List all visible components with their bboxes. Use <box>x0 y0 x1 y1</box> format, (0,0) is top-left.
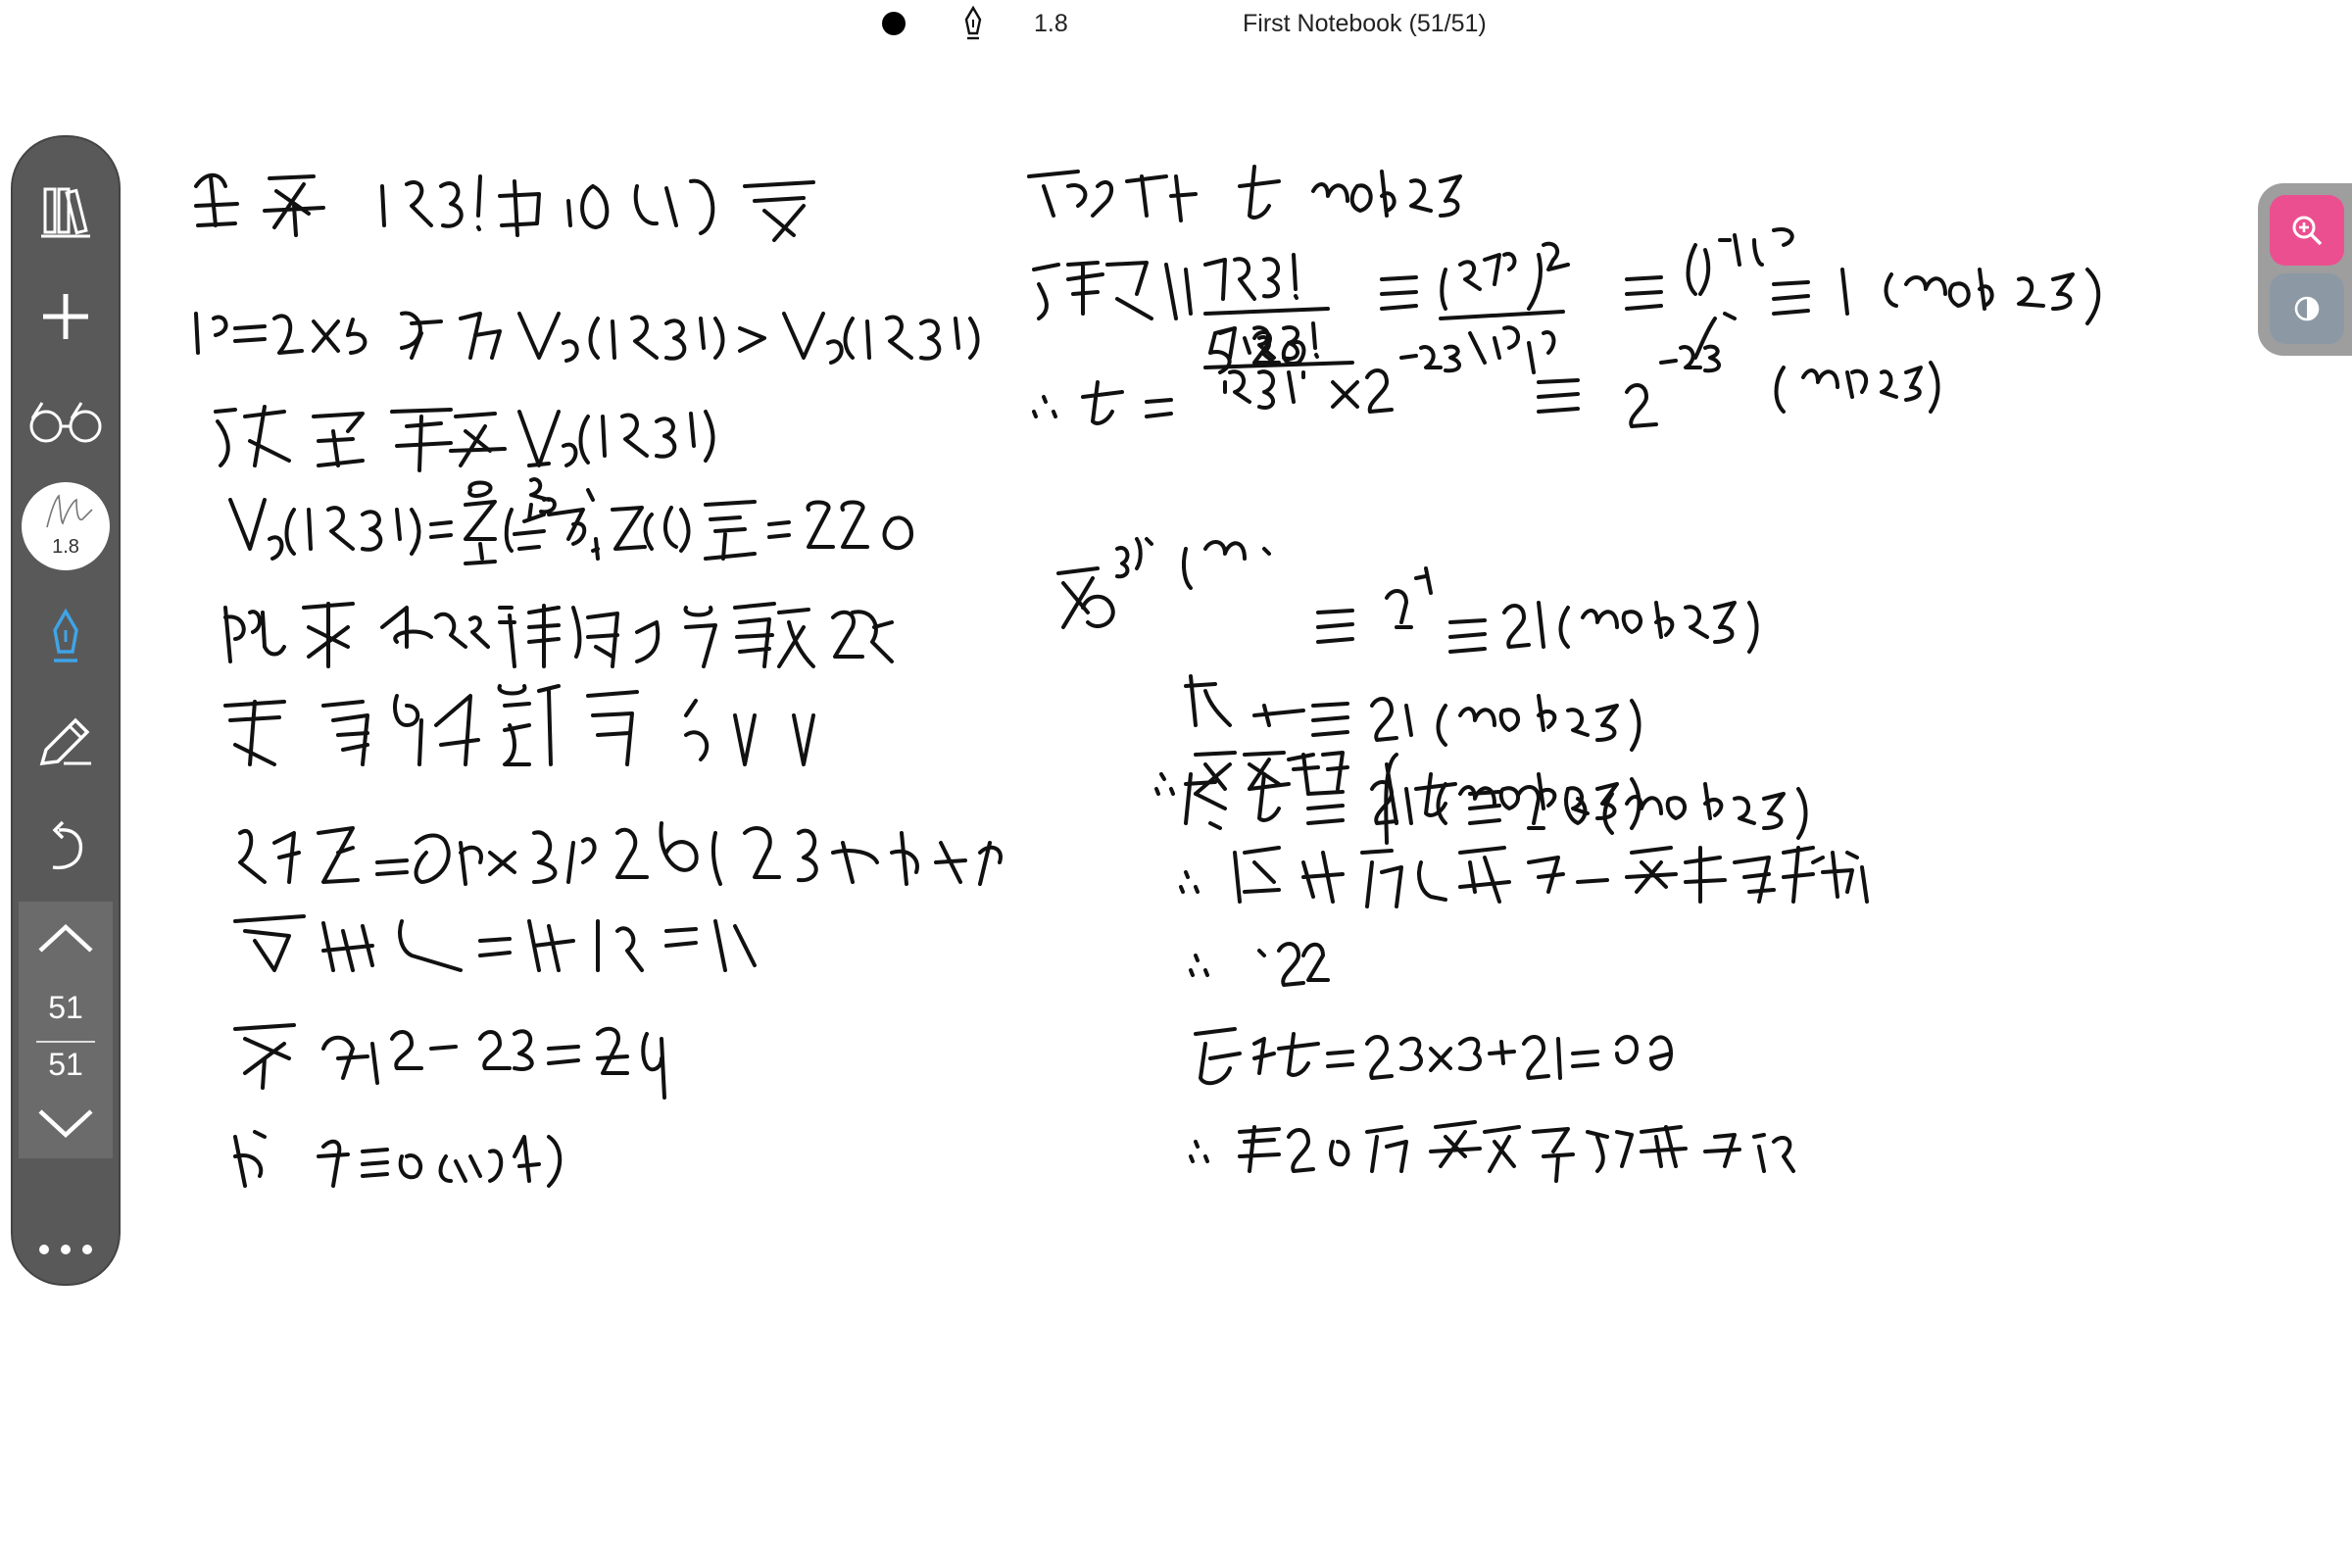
zoom-button[interactable] <box>2270 195 2344 266</box>
glasses-icon <box>29 402 102 443</box>
ellipsis-icon <box>39 1245 92 1254</box>
more-button[interactable] <box>13 1205 119 1294</box>
read-mode-button[interactable] <box>13 377 119 466</box>
undo-button[interactable] <box>13 804 119 892</box>
signature-preview-icon <box>46 494 93 528</box>
fountain-pen-tool[interactable] <box>13 593 119 681</box>
total-pages-number: 51 <box>48 1047 83 1082</box>
page-down-icon[interactable] <box>19 1094 113 1152</box>
pen-color-dot[interactable] <box>882 12 906 35</box>
left-toolbar: 1.8 51 51 <box>11 135 121 1286</box>
undo-icon <box>52 820 83 870</box>
zoom-in-icon <box>2292 216 2323 246</box>
contrast-icon <box>2294 296 2320 321</box>
pen-preview-button[interactable]: 1.8 <box>22 482 110 570</box>
page-divider <box>36 1041 95 1043</box>
pen-size-label: 1.8 <box>1034 10 1068 37</box>
library-icon <box>41 187 90 238</box>
library-button[interactable] <box>13 167 119 255</box>
pencil-icon <box>39 717 91 766</box>
right-floating-toolbar <box>2258 183 2352 356</box>
contrast-button[interactable] <box>2270 273 2344 344</box>
add-page-button[interactable] <box>13 272 119 361</box>
page-up-icon[interactable] <box>19 911 113 970</box>
fountain-pen-icon <box>53 609 78 662</box>
pen-preview-size: 1.8 <box>52 536 79 558</box>
current-page-number: 51 <box>48 990 83 1025</box>
pencil-tool[interactable] <box>13 698 119 786</box>
status-bar: 1.8 First Notebook (51/51) <box>0 0 2352 47</box>
add-icon <box>43 294 88 339</box>
page-navigator: 51 51 <box>19 902 113 1158</box>
fountain-pen-small-icon[interactable] <box>960 6 986 41</box>
notebook-title: First Notebook (51/51) <box>1243 10 1487 37</box>
ink-left-column <box>194 172 1003 1188</box>
ink-right-column <box>1027 165 2101 1183</box>
handwriting-canvas[interactable] <box>127 78 2254 1548</box>
